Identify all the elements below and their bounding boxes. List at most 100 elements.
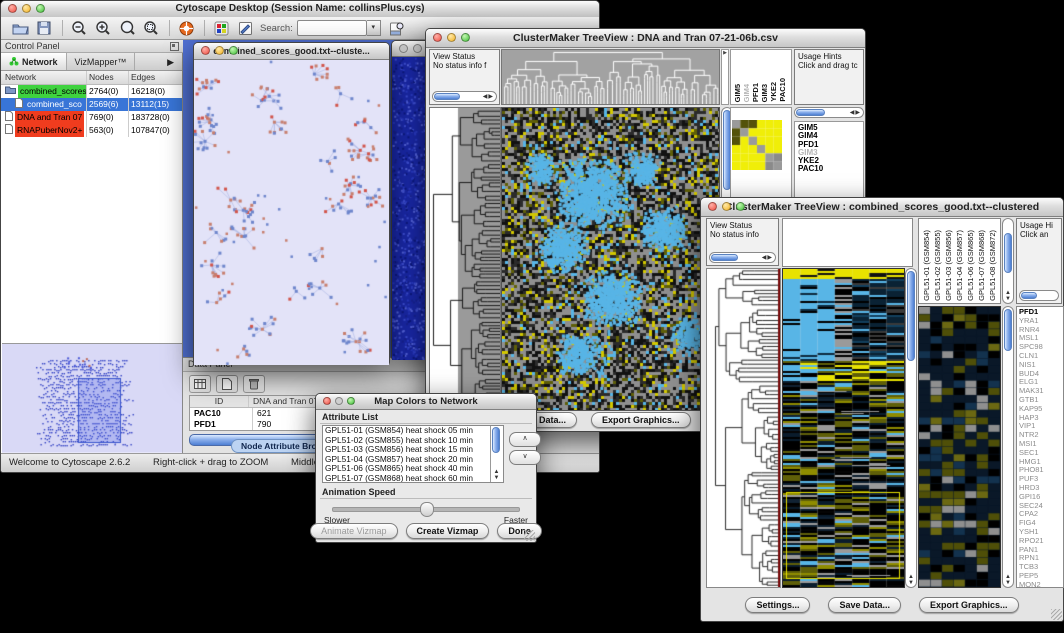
tv2-column-tree-area[interactable] (782, 218, 913, 267)
close-button[interactable] (399, 44, 408, 53)
annotation-icon[interactable] (234, 19, 256, 38)
new-attribute-icon[interactable] (216, 375, 238, 393)
scroll-thumb[interactable] (492, 427, 500, 453)
scroll-arrows[interactable]: ◀▶ (850, 109, 861, 117)
scroll-arrows[interactable]: ◀▶ (483, 93, 494, 101)
network-row[interactable]: RNAPuberNov2+563(0)107847(0) (1, 124, 182, 137)
tv1-splitter[interactable]: ▶ (721, 49, 729, 105)
network-window-title-bar[interactable]: combined_scores_good.txt--cluste... (194, 43, 389, 60)
network-row[interactable]: combined_sco2569(6)13112(15) (1, 98, 182, 111)
help-lifering-icon[interactable] (175, 19, 197, 38)
treeview1-title-bar[interactable]: ClusterMaker TreeView : DNA and Tran 07-… (426, 29, 865, 48)
attribute-table-icon[interactable] (189, 375, 211, 393)
float-panel-icon[interactable] (170, 42, 179, 51)
network-graph-canvas[interactable] (194, 60, 389, 365)
zoom-in-icon[interactable] (92, 19, 114, 38)
attribute-listbox[interactable]: GPL51-01 (GSM854) heat shock 05 minGPL51… (322, 425, 504, 483)
network-row[interactable]: DNA and Tran 07769(0)183728(0) (1, 111, 182, 124)
network-view-window[interactable]: combined_scores_good.txt--cluste... (193, 42, 390, 365)
tv2-row-dendrogram[interactable] (706, 268, 781, 588)
tv2-collabel-vscrollbar[interactable]: ▲▼ (1002, 218, 1014, 304)
scroll-thumb[interactable] (1004, 233, 1012, 273)
scroll-thumb[interactable] (711, 254, 738, 261)
scroll-arrows[interactable]: ▲▼ (1003, 290, 1013, 302)
zoom-button[interactable] (461, 33, 470, 42)
tv2-row-dendrogram-canvas[interactable] (707, 269, 780, 587)
minimize-button[interactable] (413, 44, 422, 53)
save-data-button[interactable]: Save Data... (828, 597, 901, 613)
tv1-usage-hscrollbar[interactable]: ◀▶ (794, 107, 864, 118)
treeview2-window[interactable]: ClusterMaker TreeView : combined_scores_… (700, 197, 1064, 622)
close-button[interactable] (8, 4, 17, 13)
map-colors-dialog[interactable]: Map Colors to Network Attribute List GPL… (315, 393, 537, 543)
tv1-row-dendrogram[interactable] (429, 107, 501, 411)
search-index-icon[interactable] (386, 19, 408, 38)
vizmap-palette-icon[interactable] (210, 19, 232, 38)
scroll-arrows[interactable]: ▲▼ (906, 574, 916, 586)
slider-thumb[interactable] (420, 502, 434, 517)
tab-overflow-arrow[interactable]: ▶ (159, 53, 182, 70)
tv1-row-dendrogram-canvas[interactable] (430, 108, 500, 410)
minimize-button[interactable] (335, 397, 343, 405)
zoom-out-icon[interactable] (68, 19, 90, 38)
zoom-button[interactable] (347, 397, 355, 405)
animate-vizmap-button[interactable]: Animate Vizmap (310, 523, 397, 539)
scroll-thumb[interactable] (1021, 292, 1037, 299)
zoom-fit-icon[interactable] (140, 19, 162, 38)
scroll-thumb[interactable] (1004, 309, 1012, 351)
tv1-column-dendrogram-canvas[interactable] (502, 50, 719, 104)
attribute-list-vscrollbar[interactable]: ▲▼ (490, 426, 502, 482)
export-graphics-button[interactable]: Export Graphics... (919, 597, 1019, 613)
tv1-heatmap-canvas[interactable] (502, 108, 719, 410)
close-button[interactable] (201, 46, 210, 55)
close-button[interactable] (708, 202, 717, 211)
tv2-heatmap-canvas[interactable] (783, 269, 904, 587)
treeview2-title-bar[interactable]: ClusterMaker TreeView : combined_scores_… (701, 198, 1063, 217)
export-graphics-button[interactable]: Export Graphics... (591, 412, 691, 428)
tv2-heatmap-vscrollbar[interactable]: ▲▼ (905, 268, 917, 588)
minimize-button[interactable] (722, 202, 731, 211)
zoom-selected-icon[interactable] (116, 19, 138, 38)
minimize-button[interactable] (22, 4, 31, 13)
save-icon[interactable] (33, 19, 55, 38)
tv1-correlation-matrix-canvas[interactable] (732, 120, 782, 170)
tab-network[interactable]: Network (1, 53, 67, 70)
close-button[interactable] (433, 33, 442, 42)
search-input[interactable] (297, 20, 367, 36)
birdseye-overview[interactable] (2, 343, 182, 454)
tv2-zoom-heatmap[interactable] (918, 306, 1001, 588)
main-title-bar[interactable]: Cytoscape Desktop (Session Name: collins… (1, 1, 599, 18)
scroll-arrows[interactable]: ◀▶ (762, 254, 773, 262)
zoom-button[interactable] (736, 202, 745, 211)
tab-vizmapper[interactable]: VizMapper™ (67, 53, 136, 70)
zoom-button[interactable] (229, 46, 238, 55)
resize-grip[interactable] (524, 530, 535, 541)
move-up-button[interactable]: ∧ (509, 432, 541, 447)
birdseye-canvas[interactable] (2, 344, 182, 452)
zoom-button[interactable] (36, 4, 45, 13)
tv1-column-dendrogram[interactable] (501, 49, 720, 105)
search-dropdown-arrow[interactable]: ▾ (367, 20, 381, 36)
resize-grip[interactable] (1051, 609, 1062, 620)
done-button[interactable]: Done (497, 523, 542, 539)
move-down-button[interactable]: ∨ (509, 450, 541, 465)
scroll-arrows[interactable]: ▲▼ (1003, 574, 1013, 586)
create-vizmap-button[interactable]: Create Vizmap (406, 523, 490, 539)
tv2-usage-hscrollbar[interactable] (1019, 290, 1059, 301)
minimize-button[interactable] (447, 33, 456, 42)
tv2-gene-vscrollbar[interactable]: ▲▼ (1002, 306, 1014, 588)
tv2-status-hscrollbar[interactable]: ◀▶ (709, 252, 776, 263)
attribute-list-item[interactable]: GPL51-07 (GSM868) heat shock 60 min (323, 474, 503, 483)
scroll-thumb[interactable] (434, 93, 460, 100)
tv1-heatmap[interactable] (501, 107, 720, 411)
animation-speed-slider[interactable] (332, 507, 520, 512)
tv2-zoom-heatmap-canvas[interactable] (919, 307, 1000, 587)
dialog-title-bar[interactable]: Map Colors to Network (316, 394, 536, 410)
minimize-button[interactable] (215, 46, 224, 55)
scroll-arrows[interactable]: ▲▼ (491, 469, 502, 481)
settings-button[interactable]: Settings... (745, 597, 810, 613)
delete-attribute-icon[interactable] (243, 375, 265, 393)
open-folder-icon[interactable] (9, 19, 31, 38)
scroll-thumb[interactable] (796, 109, 825, 116)
network-row[interactable]: combined_scores2764(0)16218(0) (1, 85, 182, 98)
